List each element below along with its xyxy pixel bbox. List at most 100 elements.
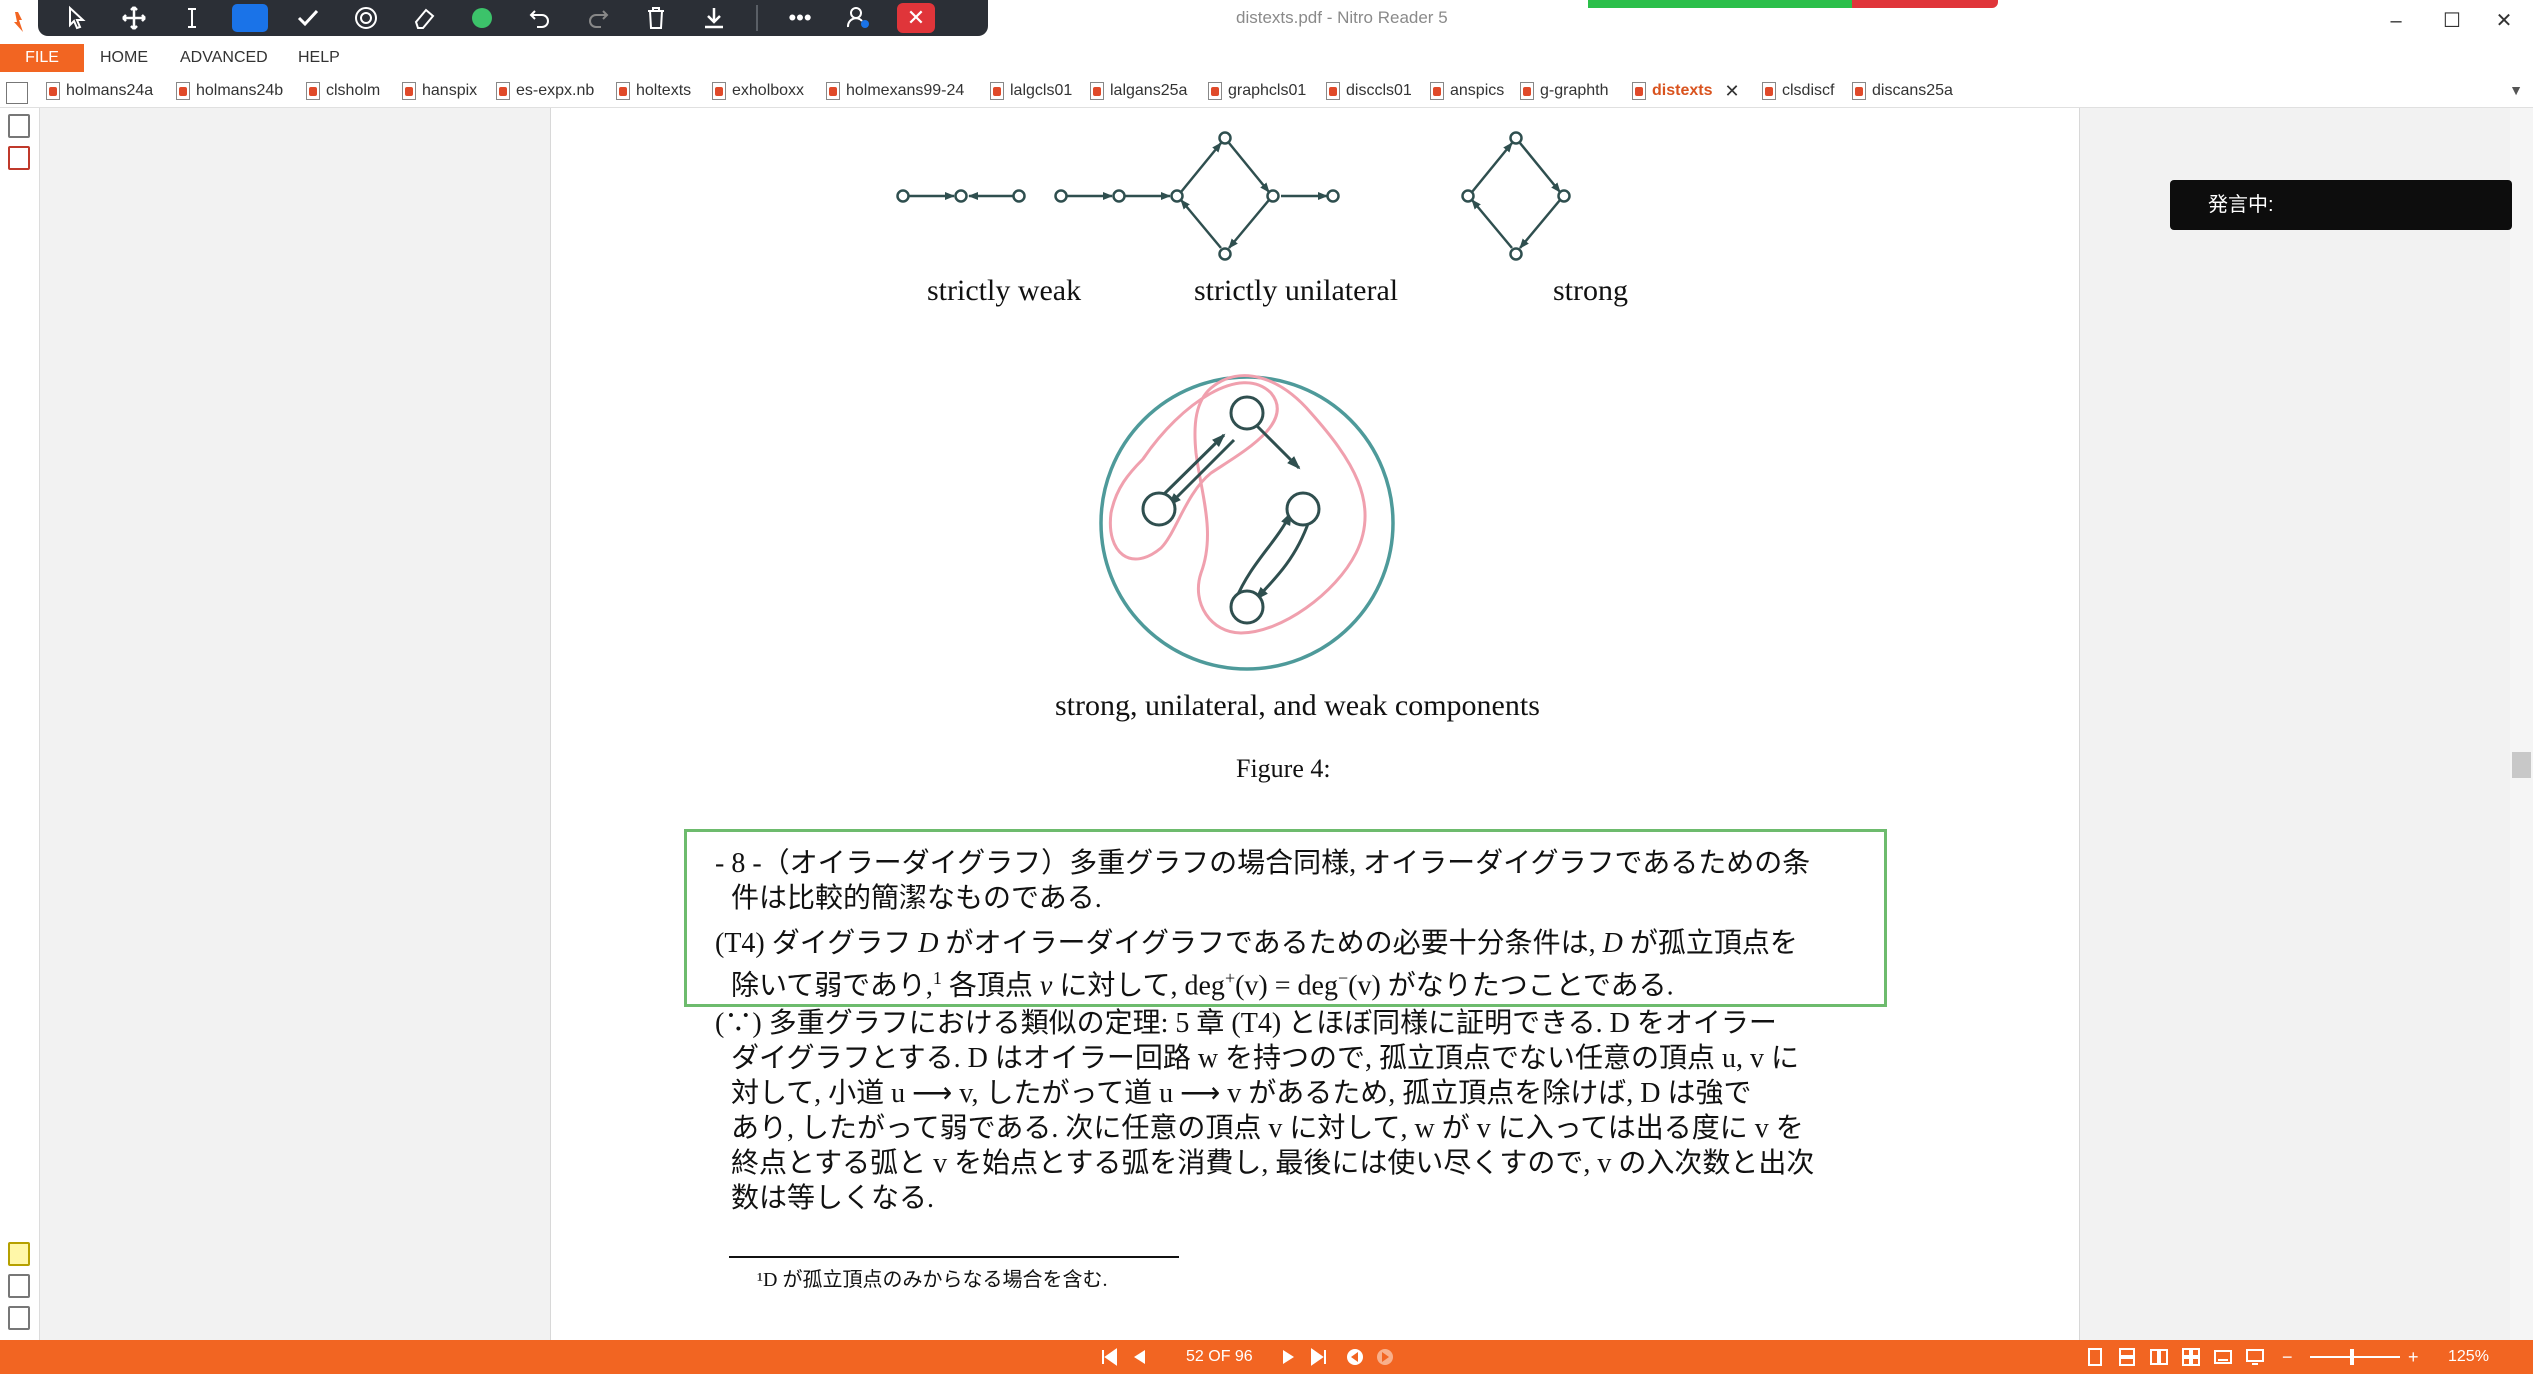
pdf-file-icon [826,82,840,100]
download-button[interactable] [690,1,738,35]
tab-graphcls01[interactable]: graphcls01 [1208,78,1306,104]
tab-anspics[interactable]: anspics [1430,78,1504,104]
next-page-icon[interactable] [1280,1348,1298,1366]
vertical-scrollbar[interactable] [2510,108,2533,1340]
previous-view-icon[interactable] [1346,1348,1364,1366]
tab-holmexans99-24[interactable]: holmexans99-24 [826,78,964,104]
tab-distexts[interactable]: distexts ✕ [1632,78,1740,104]
tab-holmans24a[interactable]: holmans24a [46,78,153,104]
full-screen-icon[interactable] [2246,1348,2264,1366]
footnote-divider [729,1256,1179,1258]
continuous-view-icon[interactable] [2118,1348,2136,1366]
tab-label: hanspix [422,82,478,99]
math-d: D [1602,928,1623,959]
tab-lalgans25a[interactable]: lalgans25a [1090,78,1187,104]
stamp-tool-button[interactable] [342,1,390,35]
tab-holtexts[interactable]: holtexts [616,78,691,104]
pdf-file-icon [1520,82,1534,100]
proof-line-3: 対して, 小道 u ⟶ v, したがって道 u ⟶ v があるため, 孤立頂点を… [731,1078,1752,1109]
superscript-minus: − [1337,968,1349,988]
tab-clsholm[interactable]: clsholm [306,78,380,104]
pdf-file-icon [990,82,1004,100]
recording-indicator [1588,0,1998,8]
arrow-cursor-icon [69,5,86,30]
component-graph-nodes [1141,395,1321,625]
last-page-icon[interactable] [1310,1348,1328,1366]
zoom-in-button[interactable]: + [2408,1340,2419,1374]
paragraph-line-2: 件は比較的簡潔なものである. [731,883,1102,914]
pointer-tool-button[interactable] [52,1,100,35]
facing-view-icon[interactable] [2150,1348,2168,1366]
pages-panel-icon[interactable] [8,114,30,138]
fit-width-icon[interactable] [2214,1348,2232,1366]
tab-g-graphth[interactable]: g-graphth [1520,78,1609,104]
tab-exholboxx[interactable]: exholboxx [712,78,804,104]
tab-es-expx[interactable]: es-expx.nb [496,78,594,104]
tab-close-icon[interactable]: ✕ [1724,81,1739,102]
delete-button[interactable] [632,1,680,35]
close-window-button[interactable]: ✕ [2484,6,2524,36]
first-page-icon[interactable] [1100,1348,1118,1366]
zoom-level[interactable]: 125% [2448,1340,2489,1374]
home-tab[interactable]: HOME [100,44,148,72]
facing-continuous-view-icon[interactable] [2182,1348,2200,1366]
user-gear-icon [846,7,869,28]
page-indicator[interactable]: 52 OF 96 [1186,1340,1253,1374]
tab-disccls01[interactable]: disccls01 [1326,78,1412,104]
components-figure [1099,374,1395,671]
more-options-button[interactable]: ••• [776,1,824,35]
comments-panel-icon[interactable] [8,1242,30,1266]
color-picker-button[interactable] [458,1,506,35]
next-view-icon[interactable] [1376,1348,1394,1366]
user-settings-button[interactable] [834,1,882,35]
theorem-t4-line-2: 除いて弱であり,1 各頂点 v に対して, deg+(v) = deg−(v) … [731,961,1674,1003]
tab-discans25a[interactable]: discans25a [1852,78,1953,104]
redo-button[interactable] [574,1,622,35]
zoom-slider-handle[interactable] [2350,1349,2354,1365]
advanced-tab[interactable]: ADVANCED [180,44,268,72]
proof-line-5: 終点とする弧と v を始点とする弧を消費し, 最後には使い尽くすので, v の入… [731,1148,1815,1179]
t4-text: (v) = deg [1235,970,1338,1002]
layers-panel-icon[interactable] [8,1306,30,1330]
eraser-tool-button[interactable] [400,1,448,35]
proof-line-6: 数は等しくなる. [731,1183,935,1214]
undo-button[interactable] [516,1,564,35]
tab-list-icon[interactable] [6,82,28,104]
bookmarks-panel-icon[interactable] [8,146,30,170]
target-icon [355,7,377,29]
green-dot-icon [472,8,492,28]
zoom-out-button[interactable]: − [2282,1340,2293,1374]
text-tool-button[interactable] [168,1,216,35]
tab-lalgcls01[interactable]: lalgcls01 [990,78,1072,104]
move-tool-button[interactable] [110,1,158,35]
rectangle-icon [232,4,268,32]
maximize-button[interactable]: ☐ [2432,6,2472,36]
tab-label: holmans24a [66,82,154,99]
paragraph-line-1: - 8 -（オイラーダイグラフ）多重グラフの場合同様, オイラーダイグラフである… [715,848,1811,879]
undo-icon [529,10,549,28]
check-tool-button[interactable] [284,1,332,35]
single-page-view-icon[interactable] [2086,1348,2104,1366]
zoom-slider[interactable] [2310,1356,2400,1358]
help-tab[interactable]: HELP [298,44,340,72]
strictly-weak-graph [896,189,1026,203]
window-title: distexts.pdf - Nitro Reader 5 [1236,8,1448,27]
tabs-dropdown-icon[interactable]: ▼ [2509,82,2523,98]
scrollbar-thumb[interactable] [2512,752,2531,778]
tab-clsdiscf[interactable]: clsdiscf [1762,78,1834,104]
tab-label: distexts [1652,82,1713,99]
text-cursor-icon [188,8,196,28]
eraser-icon [414,8,435,29]
tab-holmans24b[interactable]: holmans24b [176,78,283,104]
math-d: D [918,928,939,959]
footnote-marker: 1 [932,968,942,988]
minimize-button[interactable]: – [2376,6,2416,36]
file-menu-tab[interactable]: FILE [0,44,84,72]
floating-toolbar: ••• ✕ [38,0,988,36]
attachments-panel-icon[interactable] [8,1274,30,1298]
rectangle-tool-button[interactable] [226,1,274,35]
tab-hanspix[interactable]: hanspix [402,78,477,104]
close-toolbar-button[interactable]: ✕ [892,1,940,35]
t4-text: が孤立頂点を [1622,928,1798,959]
previous-page-icon[interactable] [1130,1348,1148,1366]
